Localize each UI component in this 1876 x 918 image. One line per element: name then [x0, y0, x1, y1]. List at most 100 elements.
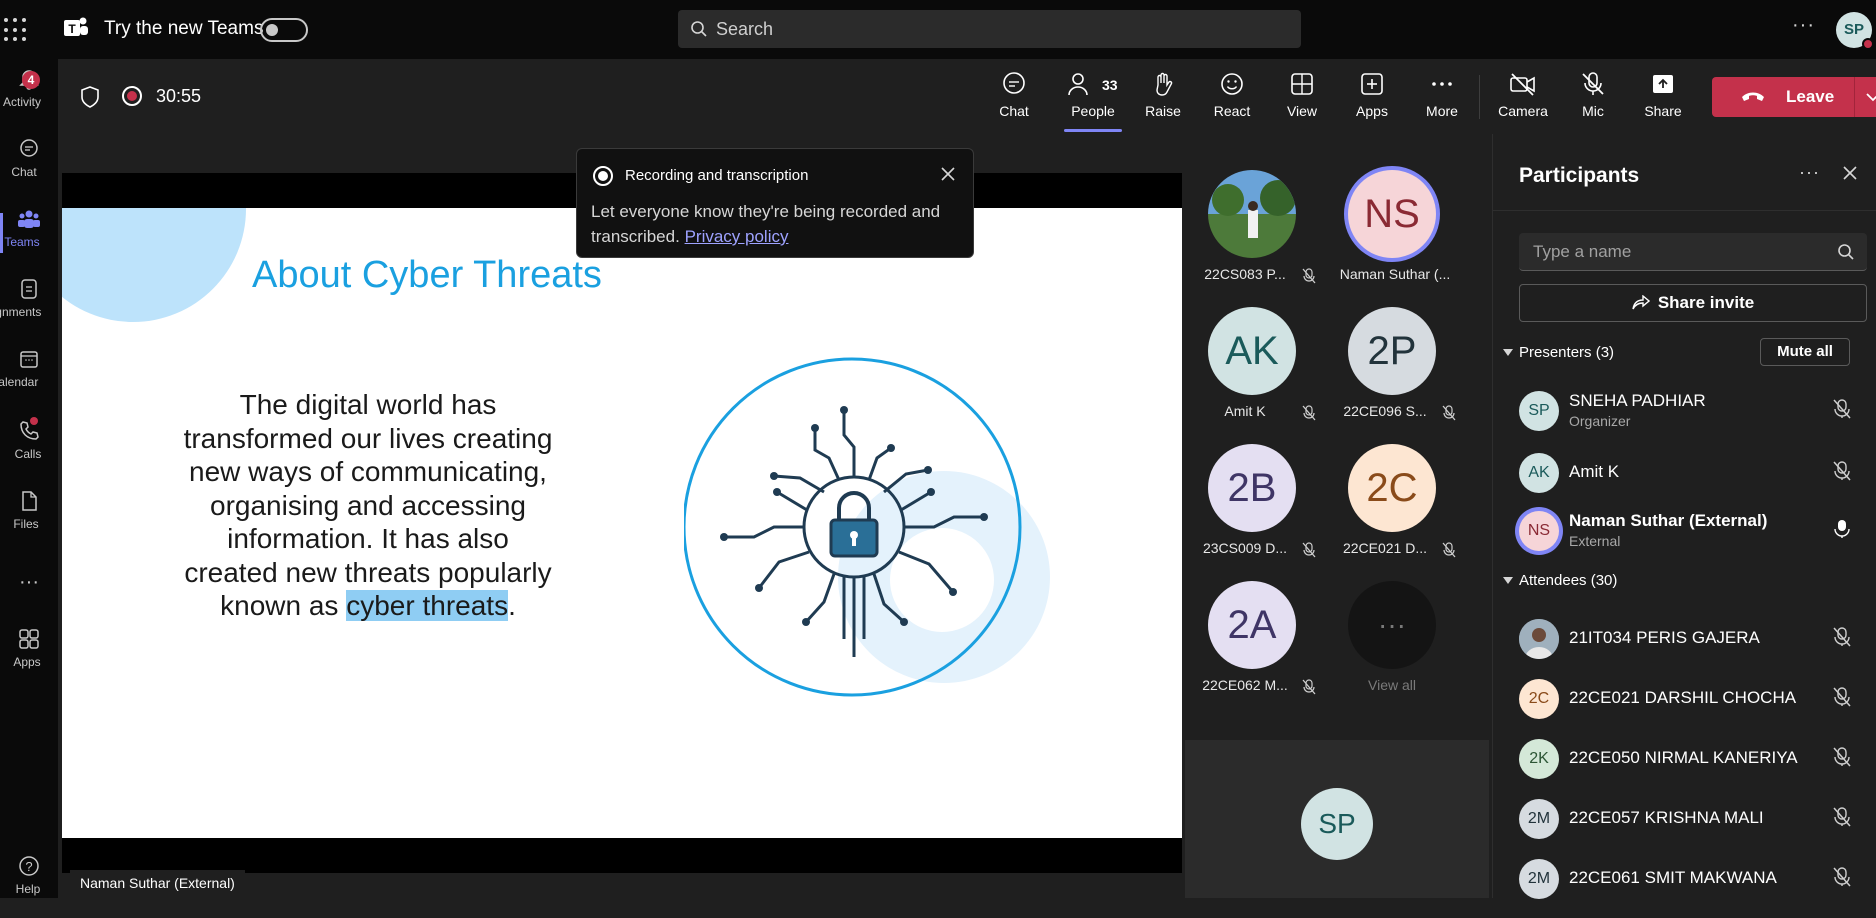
leave-options-button[interactable]	[1854, 77, 1876, 117]
toast-body: Let everyone know they're being recorded…	[591, 199, 963, 249]
rail-chat[interactable]: Chat	[0, 137, 58, 201]
presenters-section-header[interactable]: Presenters (3)	[1503, 344, 1614, 361]
more-participants-icon: ···	[1348, 581, 1436, 669]
camera-button[interactable]: Camera	[1488, 71, 1558, 129]
raise-hand-button[interactable]: Raise	[1128, 71, 1198, 129]
participant-search	[1519, 233, 1867, 271]
rail-activity[interactable]: Activity 4	[0, 67, 58, 131]
participant-gallery: 22CS083 P... NS Naman Suthar (... AK Ami…	[1182, 134, 1492, 898]
more-button[interactable]: More	[1407, 71, 1477, 129]
rail-assignments-label: Assignments	[0, 305, 42, 319]
app-launcher-icon[interactable]	[4, 18, 28, 42]
svg-text:?: ?	[25, 859, 32, 874]
participant-row[interactable]: 21IT034 PERIS GAJERA	[1493, 609, 1876, 665]
rail-teams-label: Teams	[4, 235, 40, 249]
cyber-lock-illustration	[684, 357, 1050, 697]
participant-name: 22CE050 NIRMAL KANERIYA	[1569, 748, 1798, 767]
apps-button[interactable]: Apps	[1337, 71, 1407, 129]
mic-off-icon	[1833, 867, 1851, 887]
rail-calls-label: Calls	[14, 447, 42, 461]
search-icon	[1838, 244, 1854, 260]
attendees-section-header[interactable]: Attendees (30)	[1503, 572, 1617, 589]
attendees-header-label: Attendees (30)	[1519, 572, 1618, 589]
participant-row[interactable]: AK Amit K	[1493, 443, 1876, 499]
rail-calendar-label: Calendar	[0, 375, 39, 389]
share-button[interactable]: Share	[1628, 71, 1698, 129]
video-tile[interactable]: 2C 22CE021 D...	[1322, 408, 1462, 558]
video-tile[interactable]: 2A 22CE062 M...	[1182, 545, 1322, 695]
participant-avatar: AK	[1519, 453, 1559, 493]
panel-more-icon[interactable]: ···	[1799, 162, 1820, 183]
leave-button-label: Leave	[1786, 87, 1835, 106]
share-invite-label: Share invite	[1657, 293, 1755, 312]
rail-assignments[interactable]: Assignments	[0, 277, 58, 341]
participant-search-input[interactable]	[1519, 233, 1819, 271]
participant-row[interactable]: SP SNEHA PADHIAR Organizer	[1493, 381, 1876, 437]
view-all-tile[interactable]: ··· View all	[1322, 545, 1462, 693]
video-tile[interactable]: 2B 23CS009 D...	[1182, 408, 1322, 558]
chat-button[interactable]: Chat	[979, 71, 1049, 129]
controls-divider	[1479, 75, 1480, 119]
meeting-timer: 30:55	[156, 86, 202, 106]
hang-up-icon	[1742, 92, 1764, 101]
rail-activity-label: Activity	[2, 95, 41, 109]
react-button-label: React	[1213, 103, 1251, 119]
calendar-icon	[20, 351, 38, 368]
rail-calendar[interactable]: Calendar	[0, 347, 58, 411]
participant-row[interactable]: NS Naman Suthar (External) External	[1493, 501, 1876, 557]
rail-teams[interactable]: Teams	[0, 207, 58, 271]
close-icon[interactable]	[1841, 164, 1859, 182]
tile-avatar: 2P	[1348, 307, 1436, 395]
participant-row[interactable]: 2M 22CE057 KRISHNA MALI	[1493, 789, 1876, 845]
try-new-teams-toggle[interactable]	[260, 18, 308, 42]
mic-button[interactable]: Mic	[1558, 71, 1628, 129]
close-icon[interactable]	[939, 165, 957, 183]
search-box[interactable]: Search	[678, 10, 1301, 48]
participant-row[interactable]: 2C 22CE021 DARSHIL CHOCHA	[1493, 669, 1876, 725]
mic-off-icon	[1833, 747, 1851, 767]
apps-grid-icon	[19, 629, 39, 649]
share-icon	[1632, 294, 1650, 310]
share-invite-button[interactable]: Share invite	[1519, 284, 1867, 322]
search-placeholder: Search	[716, 19, 774, 39]
tile-avatar: AK	[1208, 307, 1296, 395]
participant-avatar: NS	[1519, 511, 1559, 551]
people-button[interactable]: 33 People	[1058, 71, 1128, 132]
video-tile[interactable]: AK Amit K	[1182, 271, 1322, 421]
video-tile[interactable]: 22CS083 P...	[1182, 134, 1322, 284]
privacy-policy-link[interactable]: Privacy policy	[685, 227, 789, 246]
rail-help[interactable]: ? Help	[0, 854, 58, 918]
rail-more-apps-icon[interactable]: ···	[0, 571, 58, 601]
try-new-teams-label: Try the new Teams	[104, 18, 264, 39]
leave-button[interactable]: Leave	[1712, 77, 1854, 117]
view-button[interactable]: View	[1267, 71, 1337, 129]
mic-off-icon	[1302, 679, 1316, 695]
rail-files[interactable]: Files	[0, 489, 58, 553]
chat-icon	[20, 139, 38, 157]
mute-all-button[interactable]: Mute all	[1760, 338, 1850, 366]
tile-avatar: NS	[1348, 170, 1436, 258]
grid-view-icon	[1291, 73, 1313, 95]
video-tile[interactable]: 2P 22CE096 S...	[1322, 271, 1462, 421]
help-icon: ?	[19, 856, 39, 876]
rail-apps-label: Apps	[13, 655, 41, 669]
settings-more-icon[interactable]: ···	[1792, 14, 1815, 37]
participant-name: 22CE057 KRISHNA MALI	[1569, 808, 1764, 827]
presenter-name-tag: Naman Suthar (External)	[70, 870, 245, 898]
smiley-icon	[1221, 73, 1243, 95]
toast-title: Recording and transcription	[625, 167, 809, 184]
react-button[interactable]: React	[1197, 71, 1267, 129]
rail-calls[interactable]: Calls	[0, 417, 58, 483]
self-view-tile[interactable]: SP	[1185, 740, 1489, 898]
shield-icon[interactable]	[80, 86, 100, 108]
slide-decoration-circle	[62, 208, 246, 322]
people-count: 33	[1102, 77, 1118, 93]
participant-row[interactable]: 2M 22CE061 SMIT MAKWANA	[1493, 849, 1876, 905]
video-tile[interactable]: NS Naman Suthar (...	[1322, 134, 1462, 282]
participant-name: 22CE021 DARSHIL CHOCHA	[1569, 688, 1797, 707]
title-bar: T Try the new Teams Search ··· SP	[0, 0, 1876, 59]
meeting-controls-bar: 30:55 Chat 33 People Raise React View Ap…	[58, 59, 1876, 134]
participant-row[interactable]: 2K 22CE050 NIRMAL KANERIYA	[1493, 729, 1876, 785]
rail-apps[interactable]: Apps	[0, 627, 58, 691]
collapse-triangle-icon	[1503, 349, 1513, 356]
